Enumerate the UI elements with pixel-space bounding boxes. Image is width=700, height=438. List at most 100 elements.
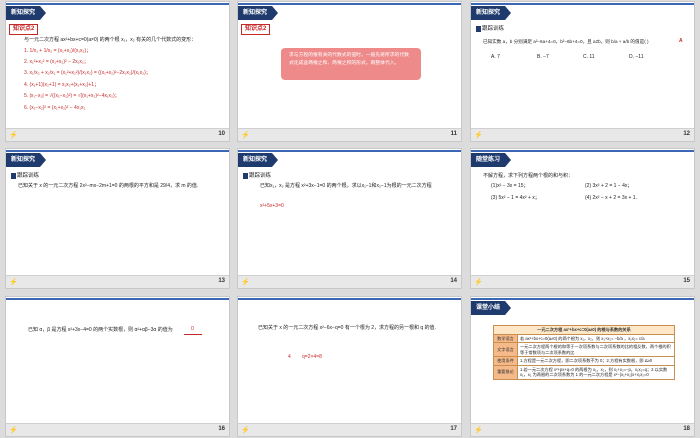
question-text: 不解方程，求下列方程两个根的和与积： — [483, 173, 574, 179]
table-row: 文字语言 一元二次方程两个根的和等于一次项系数与二次项系数的比的相反数，两个根的… — [493, 342, 675, 357]
slide-top-line — [471, 298, 694, 300]
slide-header: 新知探究 — [6, 6, 47, 20]
slide-top-line — [471, 150, 694, 152]
answer-root: 4 — [288, 354, 291, 360]
exercise-3: (3) 5x² − 1 = 4x² + x； — [491, 195, 540, 201]
table-row: 数学语言 若 ax²+bx+c=0(a≠0) 的两个根为 x₁，x₂，则 x₁+… — [493, 333, 675, 343]
summary-table: 一元二次方程 ax²+bx+c=0(a≠0) 的根与系数的关系 数学语言 若 a… — [493, 325, 675, 380]
table-title: 一元二次方程 ax²+bx+c=0(a≠0) 的根与系数的关系 — [493, 325, 675, 335]
slide-transition-icon: ⚡ — [241, 427, 250, 434]
slide-thumbnail-12[interactable]: 新知探究 跟踪训练 已知实数 a，b 分别满足 a²−6a+4=0，b²−6b+… — [470, 1, 695, 142]
question-text: 已知关于 x 的一元二次方程 x²−6x−q=0 有一个根为 2，求方程的另一根… — [258, 325, 436, 331]
slide-header: 课堂小结 — [471, 301, 512, 315]
slide-footer: ⚡ 18 — [471, 423, 694, 436]
slide-transition-icon: ⚡ — [9, 427, 18, 434]
tip-box: 求与方程的根有关的代数式的值时，一般先将所求的代数式化成含两根之和、两根之积的形… — [281, 48, 421, 80]
slide-top-line — [6, 3, 229, 5]
slide-top-line — [6, 298, 229, 300]
slide-thumbnail-11[interactable]: 新知探究 知识点2 求与方程的根有关的代数式的值时，一般先将所求的代数式化成含两… — [237, 1, 462, 142]
slide-number: 18 — [683, 426, 690, 432]
slide-header: 随堂练习 — [471, 153, 512, 167]
slide-header: 新知探究 — [238, 153, 279, 167]
slide-thumbnail-17[interactable]: 已知关于 x 的一元二次方程 x²−6x−q=0 有一个根为 2，求方程的另一根… — [237, 296, 462, 437]
slide-footer: ⚡ 16 — [6, 423, 229, 436]
slide-number: 16 — [218, 426, 225, 432]
option-a: A. 7 — [491, 54, 500, 60]
slide-header: 新知探究 — [238, 6, 279, 20]
subsection-label: 跟踪训练 — [241, 171, 271, 181]
slide-transition-icon: ⚡ — [241, 132, 250, 139]
slide-footer: ⚡ 12 — [471, 128, 694, 141]
slide-thumbnail-10[interactable]: 新知探究 知识点2 与一元二次方程 ax²+bx+c=0(a≠0) 的两个根 x… — [5, 1, 230, 142]
question-text: 已知关于 x 的一元二次方程 2x²−mx−2m+1=0 的两根的平方和是 29… — [18, 183, 199, 189]
row-text: 一元二次方程两个根的和等于一次项系数与二次项系数的比的相反数，两个根的积等于常数… — [517, 342, 675, 357]
formula-1: 1. 1/x₁ + 1/x₂ = (x₁+x₂)/(x₁x₂)； — [24, 48, 92, 54]
slide-transition-icon: ⚡ — [241, 279, 250, 286]
formula-4: 4. (x₁+1)(x₂+1) = x₁x₂+(x₁+x₂)+1； — [24, 82, 100, 88]
slide-transition-icon: ⚡ — [9, 132, 18, 139]
option-b: B. −7 — [537, 54, 549, 60]
slide-number: 15 — [683, 278, 690, 284]
question-text: 已知实数 a，b 分别满足 a²−6a+4=0，b²−6b+4=0，且 a≠b，… — [483, 39, 649, 44]
slide-transition-icon: ⚡ — [474, 427, 483, 434]
slide-header: 新知探究 — [6, 153, 47, 167]
exercise-1: (1)x² − 3x = 15； — [491, 183, 529, 189]
question-text: 已知 α，β 是方程 x²+3x−4=0 的两个实数根，则 α²+αβ−3α 的… — [28, 327, 173, 333]
slide-number: 14 — [450, 278, 457, 284]
slide-number: 17 — [450, 426, 457, 432]
slide-thumbnail-16[interactable]: 已知 α，β 是方程 x²+3x−4=0 的两个实数根，则 α²+αβ−3α 的… — [5, 296, 230, 437]
table-row: 使用条件 1.方程是一元二次方程，即二次项系数不为 0；2.方程有实数根，即 Δ… — [493, 356, 675, 366]
slide-number: 13 — [218, 278, 225, 284]
row-text: 1.若一元二次方程 x²+px+q=0 的两根为 x₁，x₂，则 x₁+x₂=−… — [517, 364, 675, 380]
subsection-label: 跟踪训练 — [474, 24, 504, 34]
slide-sorter-grid: 新知探究 知识点2 与一元二次方程 ax²+bx+c=0(a≠0) 的两个根 x… — [0, 0, 700, 438]
answer-text: A — [679, 38, 683, 44]
slide-footer: ⚡ 14 — [238, 275, 461, 288]
slide-transition-icon: ⚡ — [474, 279, 483, 286]
slide-footer: ⚡ 13 — [6, 275, 229, 288]
slide-top-line — [238, 3, 461, 5]
formula-6: 6. (x₁−x₂)² = (x₁+x₂)² − 4x₁x₂ — [24, 105, 86, 111]
row-text: 若 ax²+bx+c=0(a≠0) 的两个根为 x₁，x₂，则 x₁+x₂= −… — [517, 333, 675, 343]
slide-thumbnail-15[interactable]: 随堂练习 不解方程，求下列方程两个根的和与积： (1)x² − 3x = 15；… — [470, 148, 695, 289]
intro-text: 与一元二次方程 ax²+bx+c=0(a≠0) 的两个根 x₁，x₂ 有关的几个… — [24, 37, 197, 43]
row-label: 使用条件 — [493, 356, 518, 366]
table-row: 重要推论 1.若一元二次方程 x²+px+q=0 的两根为 x₁，x₂，则 x₁… — [493, 364, 675, 380]
slide-thumbnail-13[interactable]: 新知探究 跟踪训练 已知关于 x 的一元二次方程 2x²−mx−2m+1=0 的… — [5, 148, 230, 289]
exercise-4: (4) 2x² − x + 2 = 3x + 1. — [585, 195, 637, 201]
option-d: D. −11 — [629, 54, 644, 60]
slide-footer: ⚡ 17 — [238, 423, 461, 436]
answer-text: x²+5x+3=0 — [260, 203, 284, 209]
slide-footer: ⚡ 10 — [6, 128, 229, 141]
knowledge-tag: 知识点2 — [9, 24, 39, 35]
slide-header: 新知探究 — [471, 6, 512, 20]
formula-2: 2. x₁²+x₂² = (x₁+x₂)² − 2x₁x₂； — [24, 59, 89, 65]
row-text: 1.方程是一元二次方程，即二次项系数不为 0；2.方程有实数根，即 Δ≥0 — [517, 356, 675, 366]
row-label: 重要推论 — [493, 364, 518, 380]
option-c: C. 11 — [583, 54, 595, 60]
row-label: 数学语言 — [493, 333, 518, 343]
slide-top-line — [6, 150, 229, 152]
slide-number: 12 — [683, 131, 690, 137]
formula-3: 3. x₁/x₂ + x₂/x₁ = (x₁²+x₂²)/(x₁x₂) = ((… — [24, 70, 151, 76]
slide-thumbnail-18[interactable]: 课堂小结 一元二次方程 ax²+bx+c=0(a≠0) 的根与系数的关系 数学语… — [470, 296, 695, 437]
answer-text: 0 — [191, 326, 194, 332]
slide-number: 10 — [218, 131, 225, 137]
slide-top-line — [238, 298, 461, 300]
slide-footer: ⚡ 11 — [238, 128, 461, 141]
slide-top-line — [471, 3, 694, 5]
slide-number: 11 — [450, 131, 457, 137]
knowledge-tag: 知识点2 — [241, 24, 271, 35]
answer-underline — [184, 334, 202, 335]
row-label: 文字语言 — [493, 342, 518, 357]
slide-thumbnail-14[interactable]: 新知探究 跟踪训练 已知x₁，x₂ 是方程 x²+3x−1=0 的两个根，求以x… — [237, 148, 462, 289]
subsection-label: 跟踪训练 — [9, 171, 39, 181]
slide-transition-icon: ⚡ — [9, 279, 18, 286]
slide-footer: ⚡ 15 — [471, 275, 694, 288]
slide-top-line — [238, 150, 461, 152]
formula-5: 5. |x₁−x₂| = √((x₁−x₂)²) = √((x₁+x₂)²−4x… — [24, 93, 120, 99]
answer-q: q=2×4=8 — [302, 354, 322, 360]
question-text: 已知x₁，x₂ 是方程 x²+3x−1=0 的两个根，求以x₁−1和x₂−1为根… — [260, 183, 432, 189]
slide-transition-icon: ⚡ — [474, 132, 483, 139]
exercise-2: (2) 3x² + 2 = 1 − 4x； — [585, 183, 633, 189]
